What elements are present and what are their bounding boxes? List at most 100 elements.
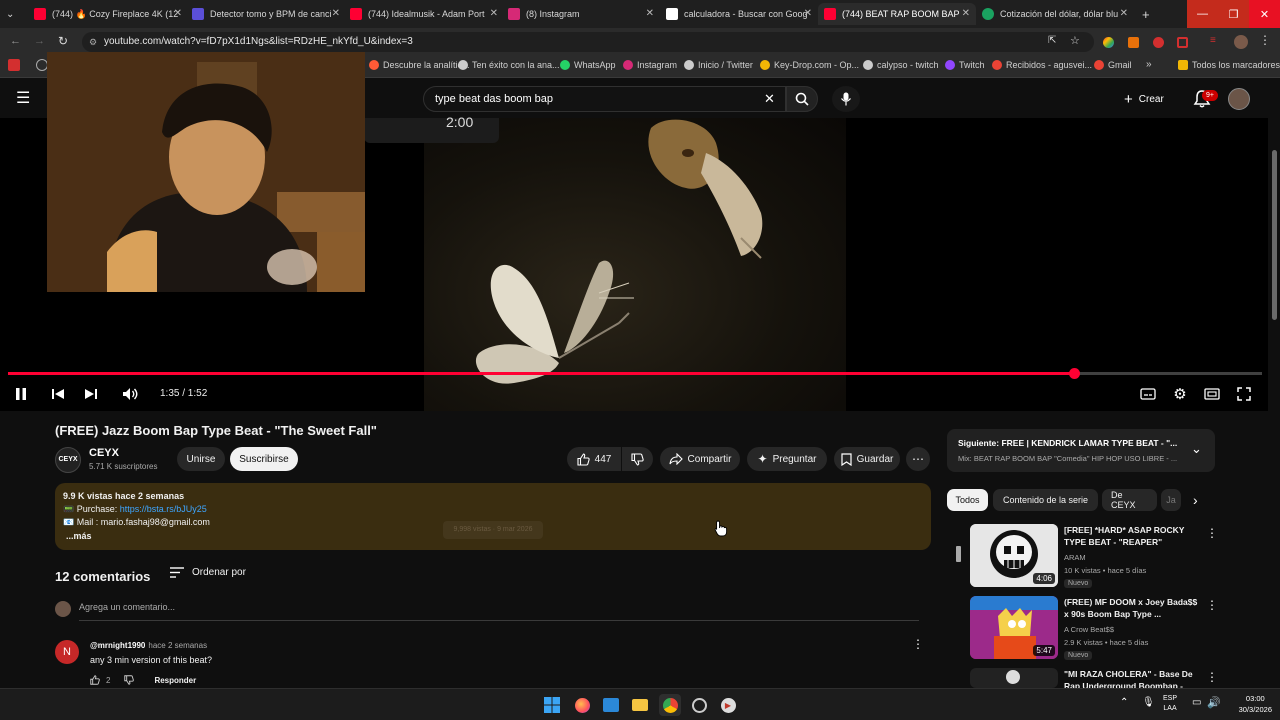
install-app-icon[interactable]: ⇱ xyxy=(1048,35,1056,46)
extension-icon[interactable] xyxy=(1103,37,1114,48)
speaker-icon[interactable]: 🔊 xyxy=(1207,696,1221,709)
new-tab-button[interactable]: + xyxy=(1136,3,1156,25)
close-icon[interactable]: ✕ xyxy=(646,8,654,19)
close-icon[interactable]: ✕ xyxy=(962,8,970,19)
url-field[interactable]: ⚙ youtube.com/watch?v=fD7pX1d1Ngs&list=R… xyxy=(82,32,1094,52)
related-video-channel[interactable]: ARAM xyxy=(1064,553,1086,562)
hamburger-menu-icon[interactable]: ☰ xyxy=(16,88,30,108)
channel-name[interactable]: CEYX xyxy=(89,447,119,459)
site-info-icon[interactable]: ⚙ xyxy=(89,32,97,52)
more-actions-icon[interactable]: ⋯ xyxy=(906,447,930,471)
fullscreen-button[interactable] xyxy=(1234,384,1254,404)
chip-more[interactable]: Ja xyxy=(1161,489,1181,511)
back-icon[interactable]: ← xyxy=(10,35,21,47)
tab-6-active[interactable]: (744) BEAT RAP BOOM BAP ✕ xyxy=(818,3,976,25)
bookmark-item[interactable]: Key-Drop.com - Op... xyxy=(760,60,859,70)
microphone-tray-icon[interactable]: 🎙 xyxy=(1142,697,1155,708)
pause-button[interactable] xyxy=(12,384,30,404)
bookmark-item[interactable]: Twitch xyxy=(945,60,985,70)
next-button[interactable] xyxy=(82,384,100,404)
reply-button[interactable]: Responder xyxy=(154,676,196,685)
firefox-icon[interactable] xyxy=(571,694,593,716)
thumbs-down-icon[interactable] xyxy=(124,675,135,685)
clock[interactable]: 03:00 30/3/2026 xyxy=(1239,693,1272,715)
share-button[interactable]: Compartir xyxy=(660,447,740,471)
close-icon[interactable]: ✕ xyxy=(804,8,812,19)
profile-avatar[interactable] xyxy=(1234,35,1248,49)
join-button[interactable]: Unirse xyxy=(177,447,225,471)
up-next-box[interactable]: Siguiente: FREE | KENDRICK LAMAR TYPE BE… xyxy=(947,429,1215,472)
video-menu-icon[interactable]: ⋮ xyxy=(1206,526,1218,540)
windows-start-icon[interactable] xyxy=(541,694,563,716)
kebab-menu-icon[interactable]: ⋮ xyxy=(1259,33,1271,47)
page-scrollbar[interactable] xyxy=(1269,118,1280,688)
seek-scrubber[interactable] xyxy=(1068,368,1080,379)
purchase-link[interactable]: https://bsta.rs/bJUy25 xyxy=(120,504,207,514)
bookmark-star-icon[interactable]: ☆ xyxy=(1070,34,1080,47)
subscribe-button[interactable]: Suscribirse xyxy=(230,447,298,471)
comment-author[interactable]: @mrnight1990 xyxy=(90,641,145,650)
chevron-right-icon[interactable]: › xyxy=(1193,492,1198,508)
drag-handle-icon[interactable] xyxy=(956,546,961,562)
forward-icon[interactable]: → xyxy=(34,35,45,47)
show-more-link[interactable]: ...más xyxy=(66,531,92,541)
minimize-icon[interactable]: — xyxy=(1187,0,1218,28)
previous-button[interactable] xyxy=(49,384,67,404)
related-video-3[interactable]: "MI RAZA CHOLERA" - Base De Rap Undergro… xyxy=(947,668,1215,688)
bookmark-item[interactable]: Inicio / Twitter xyxy=(684,60,753,70)
search-button[interactable] xyxy=(786,86,818,112)
file-explorer-icon[interactable] xyxy=(629,694,651,716)
all-bookmarks[interactable]: Todos los marcadores xyxy=(1178,60,1280,70)
scrollbar-thumb[interactable] xyxy=(1272,150,1277,320)
chevron-down-icon[interactable]: ⌄ xyxy=(1191,441,1202,457)
chip-all[interactable]: Todos xyxy=(947,489,988,511)
related-video-title[interactable]: [FREE] *HARD* ASAP ROCKY TYPE BEAT - "RE… xyxy=(1064,524,1204,548)
channel-avatar[interactable]: CEYX xyxy=(55,447,81,473)
extension-icon[interactable] xyxy=(1153,37,1164,48)
bookmark-item[interactable]: Ten éxito con la ana... xyxy=(458,60,560,70)
tab-3[interactable]: (744) Idealmusik - Adam Port ✕ xyxy=(344,3,504,25)
reload-icon[interactable]: ↻ xyxy=(58,34,68,48)
voice-search-button[interactable] xyxy=(832,86,860,112)
more-bookmarks-icon[interactable]: » xyxy=(1146,59,1152,70)
like-button[interactable]: 447 xyxy=(567,447,621,471)
description-box[interactable]: 9.9 K vistas hace 2 semanas 📟 Purchase: … xyxy=(55,483,931,550)
bookmark-item[interactable]: Recibidos - agusvei... xyxy=(992,60,1092,70)
ask-button[interactable]: ✦ Preguntar xyxy=(747,447,827,471)
close-icon[interactable]: ✕ xyxy=(490,8,498,19)
comment-menu-icon[interactable]: ⋮ xyxy=(912,637,924,651)
steam-icon[interactable] xyxy=(688,694,710,716)
tab-4[interactable]: (8) Instagram ✕ xyxy=(502,3,660,25)
tab-search-icon[interactable]: ⌄ xyxy=(0,3,28,25)
apps-icon[interactable] xyxy=(8,59,20,71)
extension-icon[interactable] xyxy=(1128,37,1139,48)
bookmark-item[interactable]: Descubre la analític... xyxy=(369,60,470,70)
settings-gear-icon[interactable]: ⚙ xyxy=(1170,384,1190,404)
volume-button[interactable] xyxy=(120,384,142,404)
language-indicator[interactable]: ESP LAA xyxy=(1163,694,1177,714)
tab-7[interactable]: Cotización del dólar, dólar blu ✕ xyxy=(976,3,1134,25)
related-video-channel[interactable]: A Crow Beat$$ xyxy=(1064,625,1114,634)
close-icon[interactable]: ✕ xyxy=(332,8,340,19)
sort-comments-button[interactable]: Ordenar por xyxy=(170,567,246,578)
save-button[interactable]: Guardar xyxy=(834,447,900,471)
video-menu-icon[interactable]: ⋮ xyxy=(1206,670,1215,684)
related-video-title[interactable]: "MI RAZA CHOLERA" - Base De Rap Undergro… xyxy=(1064,668,1204,688)
theater-mode-button[interactable] xyxy=(1202,384,1222,404)
related-video-title[interactable]: (FREE) MF DOOM x Joey Bada$$ x 90s Boom … xyxy=(1064,596,1204,620)
network-icon[interactable]: ▭ xyxy=(1192,697,1201,708)
subtitles-button[interactable] xyxy=(1138,384,1158,404)
commenter-avatar[interactable]: N xyxy=(55,640,79,664)
clear-search-icon[interactable]: ✕ xyxy=(764,87,775,111)
tab-1[interactable]: (744) 🔥 Cozy Fireplace 4K (12 ✕ xyxy=(28,3,188,25)
account-avatar[interactable] xyxy=(1228,88,1250,110)
bookmark-item[interactable]: Gmail xyxy=(1094,60,1132,70)
close-window-icon[interactable]: ✕ xyxy=(1249,0,1280,28)
video-thumbnail[interactable]: 4:06 xyxy=(970,524,1058,587)
media-player-icon[interactable]: ▶ xyxy=(717,694,739,716)
thumbs-up-icon[interactable] xyxy=(90,675,100,685)
dislike-button[interactable] xyxy=(622,447,653,471)
chrome-icon[interactable] xyxy=(659,694,681,716)
seek-bar[interactable] xyxy=(8,368,1262,379)
video-thumbnail[interactable] xyxy=(970,668,1058,688)
